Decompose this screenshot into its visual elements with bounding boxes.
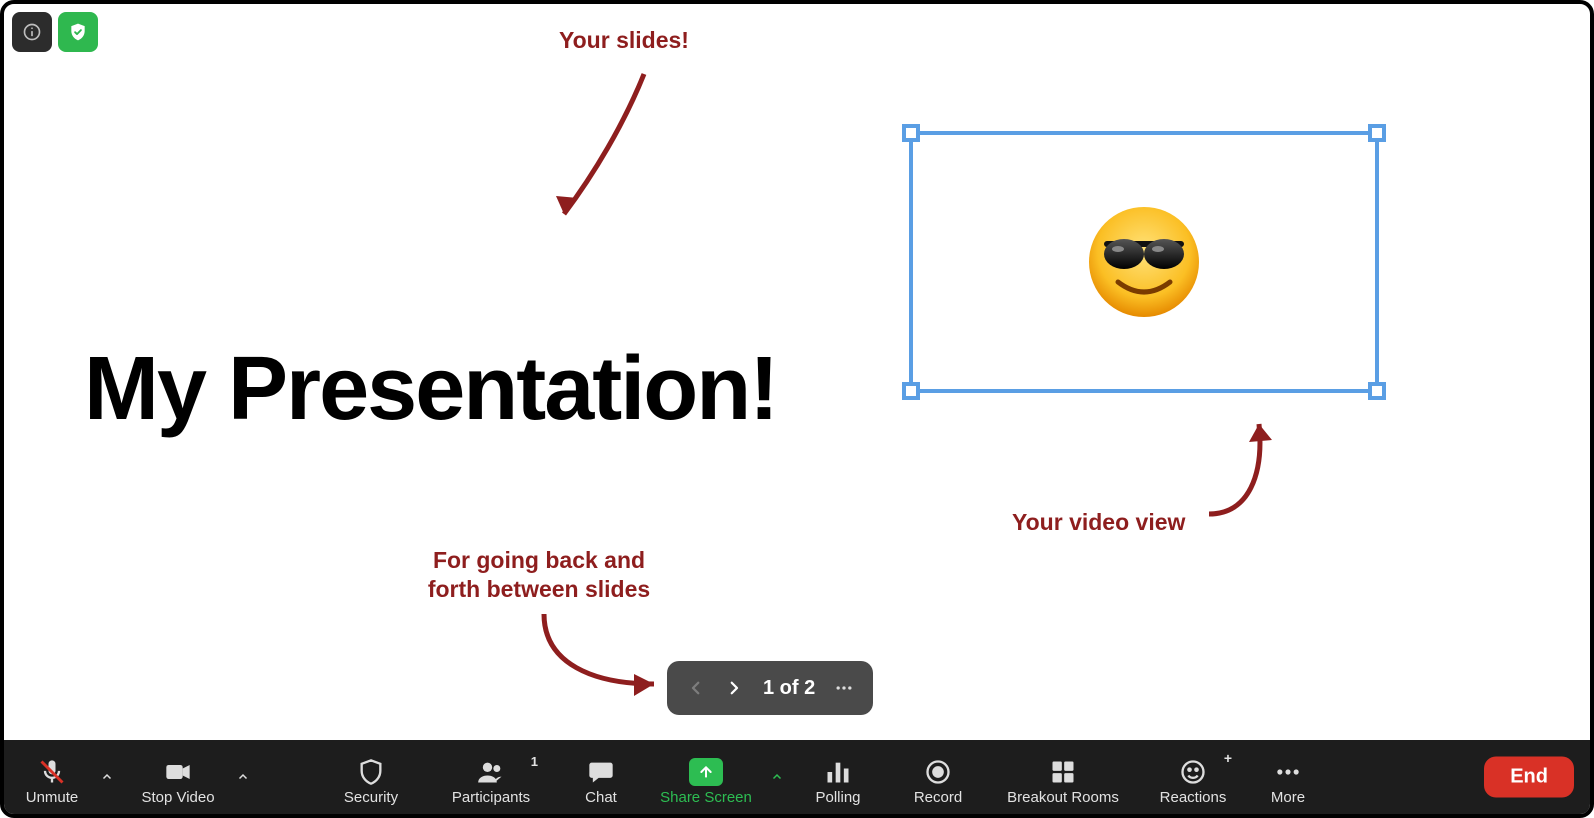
chevron-up-icon — [771, 771, 783, 783]
security-button[interactable]: Security — [316, 752, 426, 814]
ellipsis-icon — [834, 678, 854, 698]
sunglasses-face-icon — [1084, 202, 1204, 322]
video-options-caret[interactable] — [232, 740, 254, 814]
shield-icon — [357, 758, 385, 786]
chat-label: Chat — [585, 789, 617, 806]
share-screen-button[interactable]: Share Screen — [646, 752, 766, 814]
record-button[interactable]: Record — [888, 752, 988, 814]
chevron-right-icon — [725, 679, 743, 697]
chat-bubble-icon — [586, 758, 616, 786]
annotation-arrow-slides — [534, 64, 674, 234]
share-options-caret[interactable] — [766, 740, 788, 814]
share-screen-label: Share Screen — [660, 789, 752, 806]
reactions-button[interactable]: + Reactions — [1138, 752, 1248, 814]
annotation-nav-line2: forth between slides — [428, 576, 650, 602]
participants-button[interactable]: 1 Participants — [426, 752, 556, 814]
meeting-info-button[interactable] — [12, 12, 52, 52]
participants-label: Participants — [452, 789, 530, 806]
participants-icon — [475, 758, 507, 786]
chevron-up-icon — [101, 771, 113, 783]
slide-more-button[interactable] — [827, 671, 861, 705]
stop-video-button[interactable]: Stop Video — [124, 752, 232, 814]
slide-page-indicator: 1 of 2 — [755, 677, 823, 700]
meeting-toolbar: Unmute Stop Video Security 1 Participant… — [4, 740, 1590, 814]
grid-icon — [1049, 758, 1077, 786]
video-camera-icon — [163, 758, 193, 786]
share-screen-icon-bg — [689, 758, 723, 786]
reactions-plus-badge: + — [1224, 750, 1232, 766]
more-button[interactable]: More — [1248, 752, 1328, 814]
breakout-rooms-label: Breakout Rooms — [1007, 789, 1119, 806]
participants-count-badge: 1 — [531, 754, 538, 769]
smile-icon — [1179, 758, 1207, 786]
security-label: Security — [344, 789, 398, 806]
slide-next-button[interactable] — [717, 671, 751, 705]
arrow-up-icon — [698, 764, 714, 780]
resize-handle-bottom-right[interactable] — [1368, 382, 1386, 400]
video-view-frame[interactable] — [909, 131, 1379, 393]
end-label: End — [1510, 766, 1548, 788]
chevron-left-icon — [687, 679, 705, 697]
microphone-muted-icon — [38, 758, 66, 786]
annotation-nav-line1: For going back and — [433, 547, 645, 573]
annotation-nav-label: For going back and forth between slides — [409, 546, 669, 604]
chat-button[interactable]: Chat — [556, 752, 646, 814]
resize-handle-bottom-left[interactable] — [902, 382, 920, 400]
resize-handle-top-right[interactable] — [1368, 124, 1386, 142]
audio-options-caret[interactable] — [96, 740, 118, 814]
ellipsis-icon — [1274, 758, 1302, 786]
encryption-status-button[interactable] — [58, 12, 98, 52]
polling-button[interactable]: Polling — [788, 752, 888, 814]
breakout-rooms-button[interactable]: Breakout Rooms — [988, 752, 1138, 814]
toolbar-items: Unmute Stop Video Security 1 Participant… — [4, 740, 1328, 814]
annotation-video-label: Your video view — [1012, 508, 1185, 537]
annotation-slides-label: Your slides! — [559, 26, 689, 55]
info-icon — [22, 22, 42, 42]
shield-check-icon — [68, 22, 88, 42]
bar-chart-icon — [824, 758, 852, 786]
unmute-button[interactable]: Unmute — [8, 752, 96, 814]
stop-video-label: Stop Video — [141, 789, 214, 806]
reactions-label: Reactions — [1160, 789, 1227, 806]
annotation-arrow-video — [1194, 404, 1284, 524]
more-label: More — [1271, 789, 1305, 806]
end-meeting-button[interactable]: End — [1484, 757, 1574, 798]
zoom-window: Your slides! My Presentation! — [0, 0, 1594, 818]
slide-title: My Presentation! — [84, 338, 777, 441]
slide-navigation-bar: 1 of 2 — [667, 661, 873, 715]
record-icon — [924, 758, 952, 786]
unmute-label: Unmute — [26, 789, 79, 806]
annotation-arrow-nav — [534, 604, 684, 704]
polling-label: Polling — [815, 789, 860, 806]
record-label: Record — [914, 789, 962, 806]
resize-handle-top-left[interactable] — [902, 124, 920, 142]
chevron-up-icon — [237, 771, 249, 783]
slide-prev-button[interactable] — [679, 671, 713, 705]
top-left-buttons — [12, 12, 98, 52]
